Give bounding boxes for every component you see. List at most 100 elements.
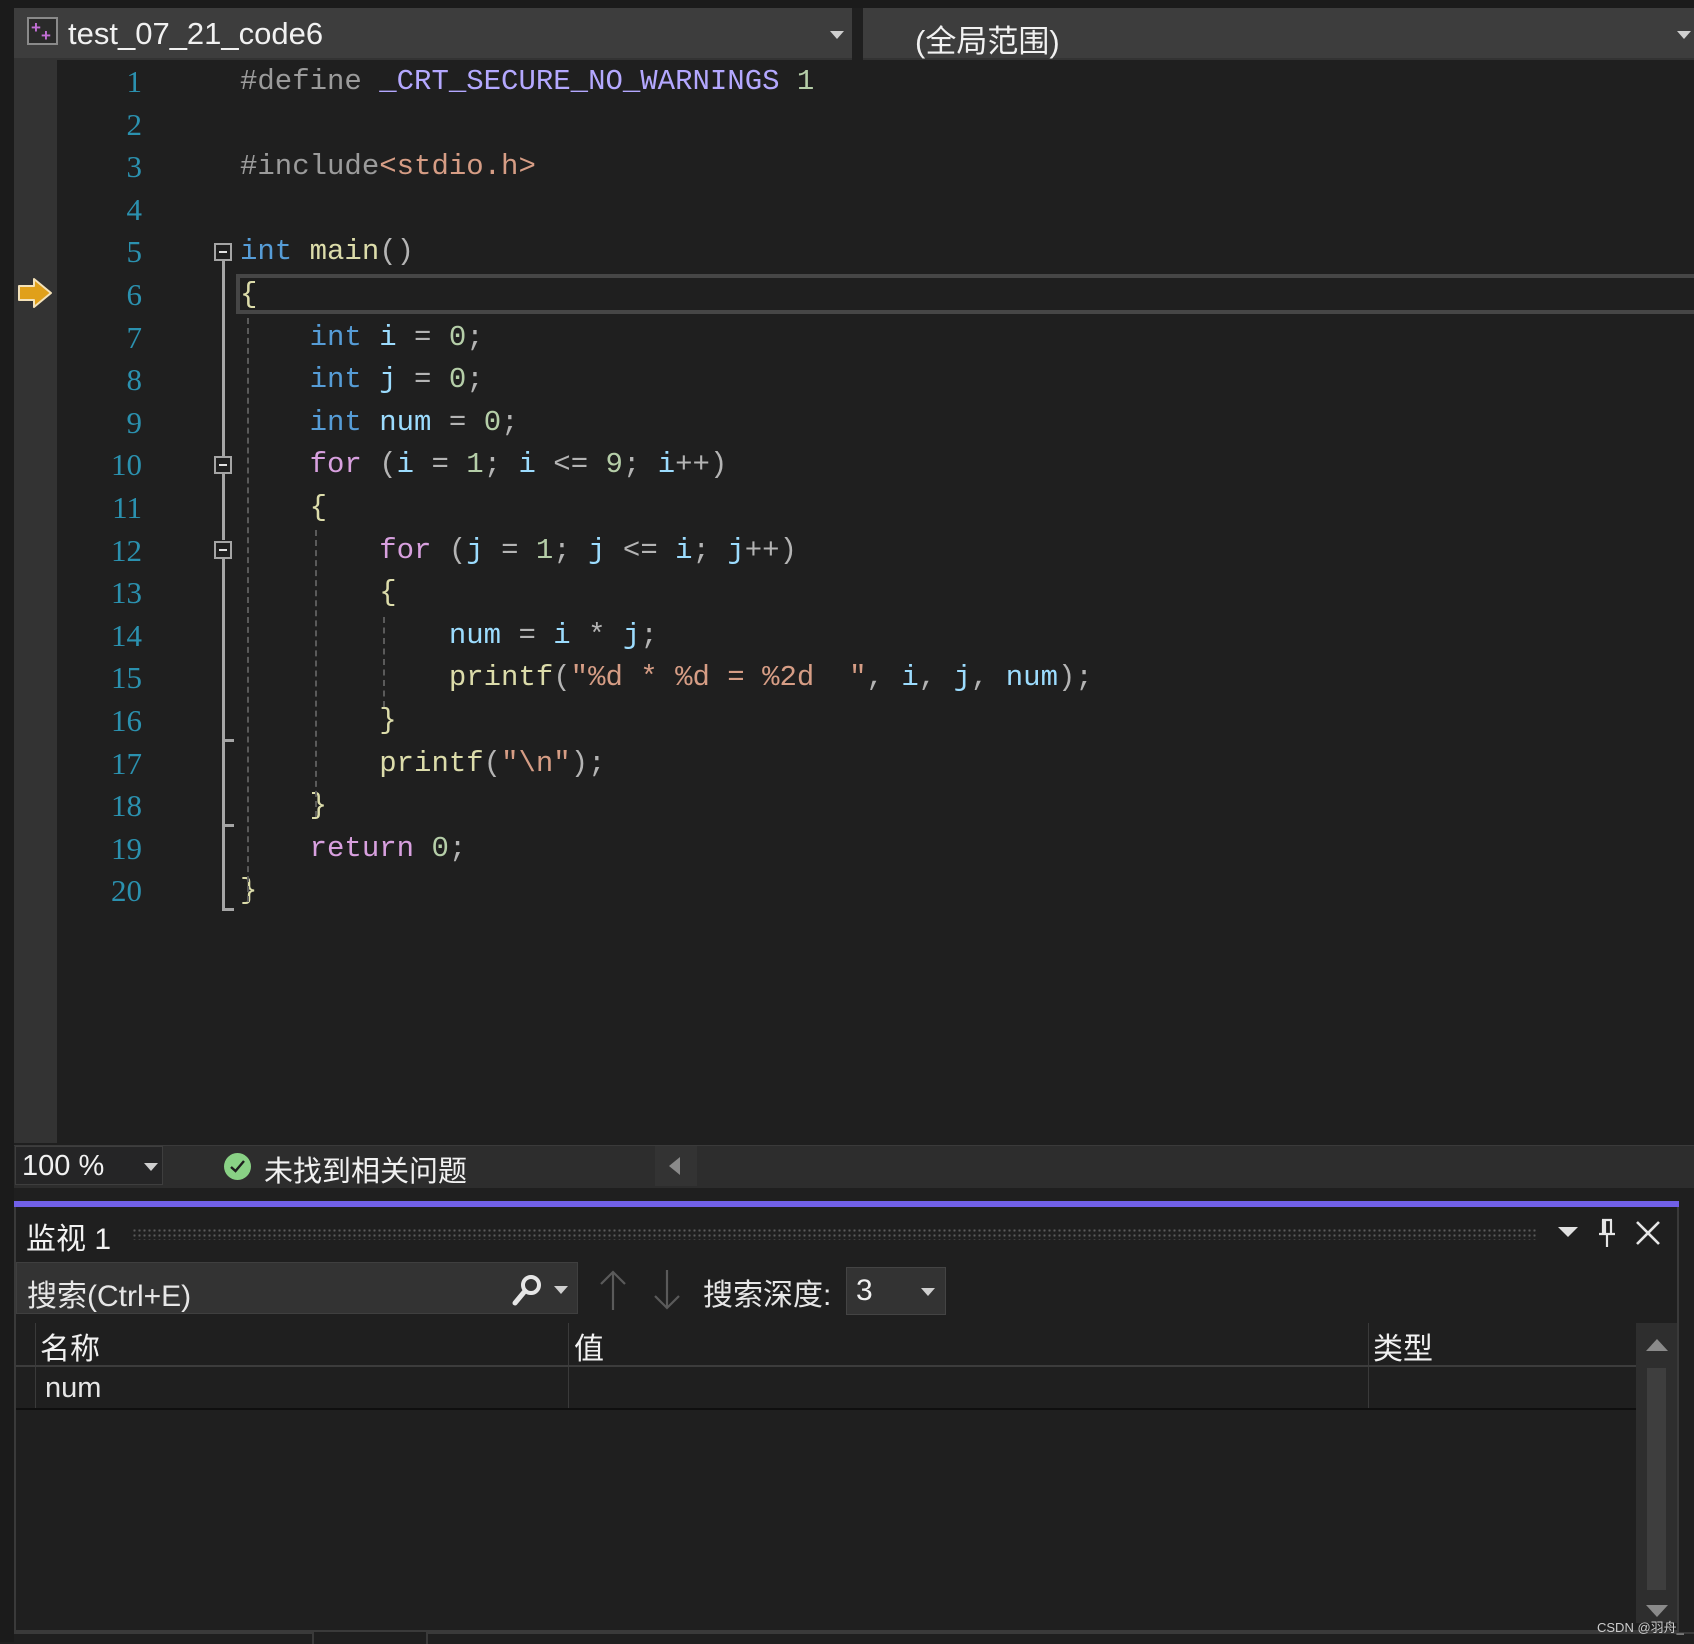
code-token: = xyxy=(396,363,449,397)
search-depth-dropdown[interactable]: 3 xyxy=(846,1267,946,1315)
code-token: ; xyxy=(501,405,519,439)
scroll-down-arrow-icon[interactable] xyxy=(1646,1605,1668,1617)
code-token: num xyxy=(448,618,502,652)
chevron-down-icon xyxy=(830,31,844,39)
watch-search-placeholder: 搜索(Ctrl+E) xyxy=(27,1280,192,1313)
watch-search-input[interactable]: 搜索(Ctrl+E) xyxy=(16,1262,578,1314)
watch-item-name[interactable]: num xyxy=(45,1372,101,1405)
indent-guide xyxy=(247,318,249,902)
row-divider xyxy=(16,1408,1636,1410)
outline-end-tick xyxy=(222,908,234,911)
code-line[interactable]: for (i = 1; i <= 9; i++) xyxy=(240,444,728,486)
code-token: { xyxy=(240,278,258,311)
collapse-outer-for-icon[interactable] xyxy=(214,456,232,474)
window-options-dropdown-icon[interactable] xyxy=(1558,1227,1578,1237)
indicator-margin[interactable] xyxy=(14,60,57,1143)
code-line[interactable]: { xyxy=(240,487,327,529)
code-token: return xyxy=(309,831,415,865)
code-token: i xyxy=(379,320,397,354)
code-line[interactable]: #define _CRT_SECURE_NO_WARNINGS 1 xyxy=(240,61,814,103)
code-token: <= xyxy=(535,448,606,482)
column-header-value[interactable]: 值 xyxy=(574,1324,604,1368)
indent-guide xyxy=(315,530,317,817)
project-dropdown[interactable]: + + test_07_21_code6 xyxy=(14,8,852,60)
scrollbar-thumb[interactable] xyxy=(1647,1368,1666,1590)
code-line[interactable]: int j = 0; xyxy=(240,359,484,401)
search-depth-label: 搜索深度: xyxy=(703,1279,832,1312)
search-next-arrow-icon[interactable] xyxy=(652,1268,682,1312)
code-token: i xyxy=(675,533,693,567)
code-line[interactable]: { xyxy=(240,572,396,614)
watch-panel-title[interactable]: 监视 1 xyxy=(26,1214,111,1258)
top-strip xyxy=(0,0,1694,8)
code-token: i xyxy=(518,448,536,482)
line-number: 6 xyxy=(126,277,143,312)
search-icon[interactable] xyxy=(510,1273,544,1307)
code-token: ; xyxy=(466,320,484,354)
code-line[interactable]: printf("\n"); xyxy=(240,743,606,785)
issues-status-text[interactable]: 未找到相关问题 xyxy=(264,1148,467,1190)
code-token: main xyxy=(309,235,380,269)
scope-dropdown[interactable]: (全局范围) xyxy=(863,8,1694,60)
chevron-down-icon xyxy=(1677,31,1691,39)
watch-vertical-scrollbar[interactable] xyxy=(1636,1323,1677,1623)
code-token: * xyxy=(570,618,623,652)
table-row[interactable] xyxy=(16,1367,1636,1408)
code-line[interactable]: for (j = 1; j <= i; j++) xyxy=(240,530,797,572)
pin-icon[interactable] xyxy=(1597,1218,1617,1248)
code-token: = xyxy=(483,533,536,567)
code-line[interactable]: int num = 0; xyxy=(240,402,519,444)
line-number: 7 xyxy=(126,319,143,355)
code-token: "\n" xyxy=(501,746,571,780)
code-line[interactable]: #include<stdio.h> xyxy=(240,146,536,188)
code-token: printf xyxy=(448,661,554,695)
code-token: ); xyxy=(570,746,606,780)
code-token: { xyxy=(309,491,328,524)
code-token: = xyxy=(501,618,554,652)
zoom-level-dropdown[interactable]: 100 % xyxy=(15,1146,163,1185)
close-icon[interactable] xyxy=(1634,1219,1662,1247)
search-options-chevron-icon[interactable] xyxy=(554,1286,568,1294)
code-token: } xyxy=(379,704,397,737)
collapse-inner-for-icon[interactable] xyxy=(214,541,232,559)
outline-line xyxy=(222,559,225,911)
watermark: CSDN @羽舟_ xyxy=(1597,1620,1684,1635)
chevron-down-icon xyxy=(921,1288,935,1296)
search-depth-value: 3 xyxy=(856,1274,873,1307)
code-line[interactable]: printf("%d * %d = %2d ", i, j, num); xyxy=(240,657,1093,699)
line-number: 17 xyxy=(111,745,142,781)
code-token: int xyxy=(309,320,362,354)
panel-drag-grip[interactable] xyxy=(132,1228,1536,1240)
scroll-left-button[interactable] xyxy=(655,1146,697,1186)
column-header-name[interactable]: 名称 xyxy=(40,1324,100,1368)
code-line[interactable]: return 0; xyxy=(240,828,467,870)
outline-end-tick xyxy=(222,739,234,742)
code-token: , xyxy=(970,661,1006,695)
code-line[interactable]: num = i * j; xyxy=(240,615,658,657)
code-line[interactable]: } xyxy=(240,785,327,827)
scroll-up-arrow-icon[interactable] xyxy=(1646,1339,1668,1351)
code-line[interactable]: } xyxy=(240,700,397,742)
line-number: 4 xyxy=(126,191,143,227)
search-previous-arrow-icon[interactable] xyxy=(598,1268,628,1312)
project-dropdown-label: test_07_21_code6 xyxy=(68,16,324,51)
collapse-main-icon[interactable] xyxy=(214,243,232,261)
code-token: , xyxy=(918,661,954,695)
code-token: ( xyxy=(361,448,397,482)
code-token: 0 xyxy=(448,363,467,397)
code-token: _CRT_SECURE_NO_WARNINGS xyxy=(379,65,780,98)
code-token: num xyxy=(1005,661,1058,695)
code-token: ; xyxy=(553,533,589,567)
code-token: ); xyxy=(1058,661,1093,695)
code-line[interactable]: { xyxy=(240,274,257,316)
column-header-type[interactable]: 类型 xyxy=(1373,1324,1433,1368)
code-line[interactable]: int main() xyxy=(240,231,414,273)
code-line[interactable]: int i = 0; xyxy=(240,317,484,359)
no-issues-check-icon[interactable] xyxy=(224,1153,251,1180)
code-token: ; xyxy=(466,363,484,397)
outline-line xyxy=(222,474,225,540)
